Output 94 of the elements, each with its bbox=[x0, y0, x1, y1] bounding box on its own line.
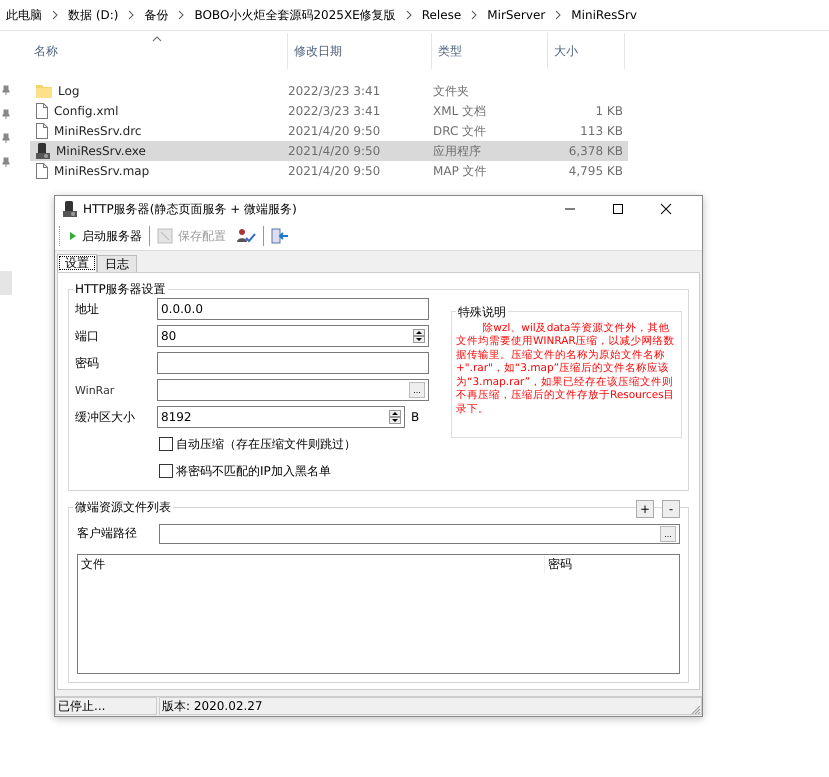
unit-label: B bbox=[411, 410, 420, 424]
modified-date: 2021/4/20 9:50 bbox=[288, 124, 382, 138]
save-icon bbox=[157, 228, 173, 244]
file-type: 应用程序 bbox=[433, 142, 482, 160]
spin-field[interactable]: 80 bbox=[157, 325, 429, 348]
column-header[interactable]: 名称 bbox=[28, 33, 288, 69]
modified-date: 2021/4/20 9:50 bbox=[288, 164, 382, 178]
server-app-icon bbox=[63, 201, 77, 218]
column-header[interactable]: 文件 bbox=[78, 556, 545, 574]
chevron-icon bbox=[128, 10, 134, 20]
file-name: MiniResSrv.drc bbox=[54, 124, 142, 138]
tab[interactable]: 日志 bbox=[97, 254, 137, 272]
pin-icon[interactable] bbox=[2, 85, 10, 95]
chevron-icon bbox=[178, 10, 184, 20]
file-name: MiniResSrv.exe bbox=[56, 144, 146, 158]
folder-icon bbox=[36, 84, 52, 98]
pin-icon[interactable] bbox=[2, 109, 10, 119]
file-type: MAP 文件 bbox=[433, 162, 488, 180]
column-header[interactable]: 修改日期 bbox=[288, 33, 432, 69]
checkbox[interactable]: 将密码不匹配的IP加入黑名单 bbox=[159, 458, 331, 485]
file-row[interactable]: MiniResSrv.map 2021/4/20 9:50 MAP 文件 4,795 KB bbox=[30, 161, 628, 181]
breadcrumb-item[interactable]: Relese bbox=[422, 8, 462, 22]
column-header[interactable]: 大小 bbox=[548, 33, 625, 69]
toolbar-button[interactable]: 启动服务器 bbox=[66, 226, 145, 247]
file-name: MiniResSrv.map bbox=[54, 164, 150, 178]
group-title: 微端资源文件列表 bbox=[73, 498, 173, 515]
user-check-icon bbox=[236, 228, 256, 244]
resize-grip-icon[interactable] bbox=[691, 704, 701, 715]
field-label: 缓冲区大小 bbox=[75, 408, 136, 426]
spin-field[interactable]: 8192 bbox=[157, 406, 405, 428]
field-label: 客户端路径 bbox=[77, 525, 138, 542]
note-text: 除wzl、wil及data等资源文件外，其他文件均需要使用WINRAR压缩，以减少网络数据传输里。压缩文件的名称为原始文件名称+".rar"，如“3.map”压缩后的文件名称应该为“3.map.rar”，如果已经存在该压缩文件则不再压缩，压缩后的文件存放于Resources目录下。 bbox=[456, 322, 676, 416]
file-row[interactable]: MiniResSrv.drc 2021/4/20 9:50 DRC 文件 113 KB bbox=[30, 121, 628, 141]
file-row[interactable]: MiniResSrv.exe 2021/4/20 9:50 应用程序 6,378 KB bbox=[30, 141, 628, 161]
file-type: DRC 文件 bbox=[433, 122, 488, 140]
checkbox[interactable]: 自动压缩（存在压缩文件则跳过） bbox=[159, 430, 356, 458]
modified-date: 2022/3/23 3:41 bbox=[288, 104, 382, 118]
tab[interactable]: 设置 bbox=[57, 254, 97, 272]
breadcrumb-item[interactable]: BOBO小火炬全套源码2025XE修复版 bbox=[194, 6, 396, 24]
field-label: 密码 bbox=[75, 354, 100, 372]
exit-icon bbox=[271, 228, 289, 244]
file-path-field[interactable]: ... bbox=[157, 379, 429, 402]
breadcrumb-item[interactable]: MirServer bbox=[487, 8, 546, 22]
spin-arrows-icon[interactable] bbox=[389, 410, 401, 424]
play-icon bbox=[69, 231, 77, 242]
file-type: XML 文档 bbox=[433, 102, 488, 120]
browse-button[interactable]: ... bbox=[660, 526, 676, 542]
column-header[interactable]: 密码 bbox=[545, 556, 572, 574]
pin-icon[interactable] bbox=[2, 157, 10, 167]
chevron-icon bbox=[52, 10, 58, 20]
breadcrumb-item[interactable]: 备份 bbox=[144, 6, 168, 24]
file-size: 4,795 KB bbox=[568, 164, 623, 178]
file-row[interactable]: Log 2022/3/23 3:41 文件夹 bbox=[30, 81, 628, 101]
file-size: 6,378 KB bbox=[568, 144, 623, 158]
file-name: Log bbox=[58, 84, 80, 98]
spin-arrows-icon[interactable] bbox=[413, 329, 425, 344]
version-text: 版本: 2020.02.27 bbox=[159, 697, 702, 716]
input-field[interactable]: 0.0.0.0 bbox=[157, 298, 429, 320]
server-app-icon bbox=[36, 143, 50, 159]
field-label: WinRar bbox=[75, 384, 116, 397]
chevron-icon bbox=[406, 10, 412, 20]
sidebar-highlight bbox=[0, 271, 12, 295]
file-path-field[interactable]: ... bbox=[159, 524, 680, 544]
close-icon[interactable] bbox=[660, 203, 672, 216]
file-list[interactable]: 文件 密码 bbox=[77, 554, 680, 674]
breadcrumb-item[interactable]: 此电脑 bbox=[6, 6, 42, 24]
browse-button[interactable]: ... bbox=[409, 382, 425, 398]
chevron-icon bbox=[471, 10, 478, 20]
column-header[interactable]: 类型 bbox=[432, 33, 548, 69]
file-size: 1 KB bbox=[595, 104, 623, 118]
document-icon bbox=[36, 123, 48, 139]
window-title: HTTP服务器(静态页面服务 + 微端服务) bbox=[83, 200, 298, 218]
document-icon bbox=[36, 163, 48, 179]
file-row[interactable]: Config.xml 2022/3/23 3:41 XML 文档 1 KB bbox=[30, 101, 628, 121]
input-field[interactable] bbox=[157, 352, 429, 374]
add-button[interactable]: + bbox=[636, 500, 654, 518]
field-label: 地址 bbox=[75, 300, 100, 318]
document-icon bbox=[36, 103, 48, 119]
chevron-icon bbox=[555, 10, 562, 20]
group-title: HTTP服务器设置 bbox=[73, 280, 168, 297]
remove-button[interactable]: - bbox=[662, 500, 680, 518]
breadcrumb-item[interactable]: 数据 (D:) bbox=[68, 6, 118, 24]
breadcrumb-item[interactable]: MiniResSrv bbox=[571, 8, 637, 22]
file-type: 文件夹 bbox=[433, 82, 470, 100]
modified-date: 2021/4/20 9:50 bbox=[288, 144, 382, 158]
file-name: Config.xml bbox=[54, 104, 118, 118]
file-size: 113 KB bbox=[580, 124, 623, 138]
status-text: 已停止... bbox=[55, 697, 157, 716]
modified-date: 2022/3/23 3:41 bbox=[288, 84, 382, 98]
group-title: 特殊说明 bbox=[456, 304, 508, 320]
field-label: 端口 bbox=[75, 328, 100, 345]
maximize-icon[interactable] bbox=[612, 203, 624, 216]
pin-icon[interactable] bbox=[2, 133, 10, 143]
toolbar-grip bbox=[59, 226, 62, 246]
